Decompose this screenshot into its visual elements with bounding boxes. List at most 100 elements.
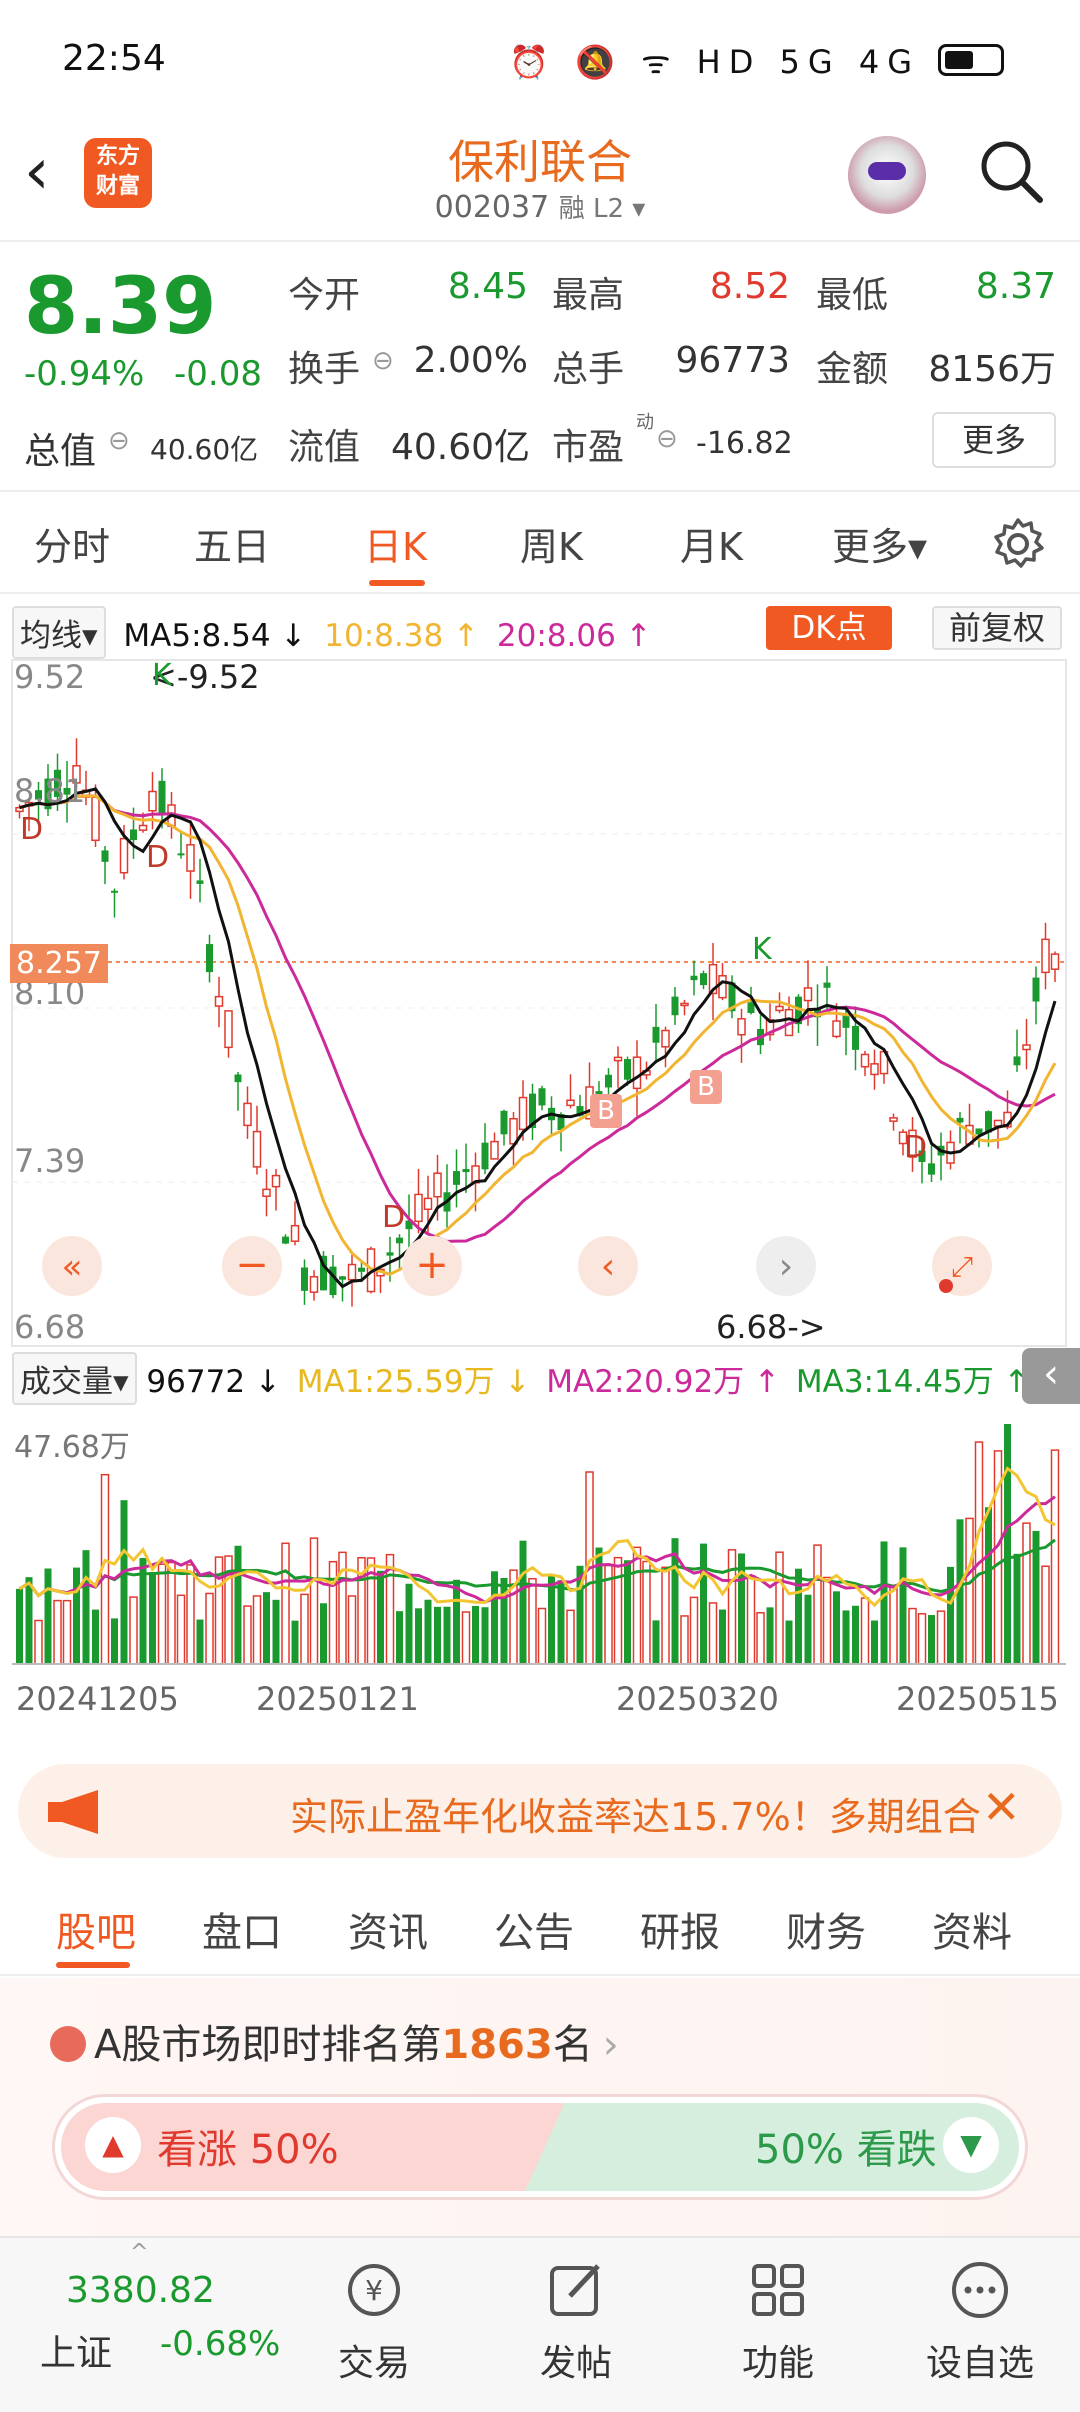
volume-bar: [243, 1605, 252, 1665]
volume-value: 96773: [675, 340, 790, 381]
date-label: 20241205: [16, 1680, 179, 1718]
y-tick: 7.39: [14, 1142, 86, 1180]
nav-add-watchlist[interactable]: 设自选: [900, 2258, 1060, 2386]
rank-line[interactable]: A股市场即时排名第1863名 ›: [50, 2012, 619, 2070]
candle-body: [234, 1074, 242, 1083]
search-icon[interactable]: [978, 138, 1044, 204]
rank-prefix: A股市场即时排名第: [94, 2022, 442, 2068]
tab-intraday[interactable]: 分时: [34, 516, 110, 571]
arrow-up-icon[interactable]: ▲: [85, 2117, 141, 2173]
nav-trade[interactable]: ¥ 交易: [294, 2258, 454, 2386]
tab-monthly-k[interactable]: 月K: [680, 516, 743, 571]
volume-bar: [453, 1579, 460, 1664]
rank-suffix: 名: [552, 2022, 593, 2068]
volume-bar: [396, 1611, 403, 1664]
more-button[interactable]: 更多: [932, 412, 1056, 468]
candle-body: [737, 1018, 746, 1036]
volume-bar: [708, 1602, 718, 1665]
nav-post[interactable]: 发帖: [496, 2258, 656, 2386]
tab-more[interactable]: 更多▾: [832, 516, 927, 571]
tab-announcements[interactable]: 公告: [494, 1900, 574, 1958]
volume-bar: [149, 1572, 156, 1664]
candle-body: [1050, 953, 1060, 970]
info-icon[interactable]: ⊖: [108, 426, 130, 456]
volume-bar: [689, 1596, 699, 1665]
volume-bar: [833, 1591, 840, 1664]
tab-five-day[interactable]: 五日: [194, 516, 270, 571]
volume-bar: [889, 1586, 898, 1665]
volume-bar: [871, 1620, 878, 1664]
tab-research[interactable]: 研报: [640, 1900, 720, 1958]
period-low-label: 6.68->: [716, 1308, 826, 1346]
volume-bar: [632, 1546, 642, 1665]
volume-bar: [167, 1561, 176, 1665]
index-name[interactable]: 上证: [40, 2324, 112, 2376]
stock-badges[interactable]: 融 L2 ▾: [559, 194, 646, 224]
volume-bar: [73, 1567, 80, 1664]
volume-bar: [129, 1596, 138, 1665]
info-icon[interactable]: ⊖: [372, 346, 394, 376]
volume-bar: [928, 1615, 935, 1664]
index-change[interactable]: -0.68%: [160, 2324, 280, 2364]
tab-weekly-k[interactable]: 周K: [520, 516, 583, 571]
candle-body: [490, 1140, 499, 1160]
candle-body: [386, 1252, 394, 1256]
rank-number: 1863: [441, 2022, 553, 2068]
last-price: 8.39: [24, 262, 217, 352]
volume-bar: [566, 1609, 575, 1665]
volume-bar: [899, 1547, 907, 1664]
battery-icon: [938, 44, 1004, 76]
promo-banner[interactable]: 实际止盈年化收益率达15.7%！多期组合 ✕: [18, 1764, 1062, 1858]
candle-body: [119, 837, 129, 874]
signal-d: D: [382, 1200, 406, 1235]
candlestick-chart[interactable]: « − + ‹ › ⤢: [0, 658, 1080, 1348]
tab-news[interactable]: 资讯: [348, 1900, 428, 1958]
candle-body: [462, 1168, 470, 1173]
gear-icon[interactable]: [990, 516, 1046, 572]
ma-selector[interactable]: 均线▾: [12, 606, 106, 659]
index-value[interactable]: 3380.82: [66, 2270, 215, 2311]
date-label: 20250515: [896, 1680, 1059, 1718]
info-icon[interactable]: ⊖: [656, 424, 678, 454]
vol-ma1: MA1:25.59万 ↓: [296, 1364, 531, 1400]
volume-bar: [25, 1577, 33, 1664]
change-amount: -0.08: [174, 354, 262, 394]
signal-b[interactable]: B: [690, 1070, 722, 1104]
caret-up-icon[interactable]: ^: [130, 2240, 148, 2265]
candle-body: [1022, 1044, 1031, 1051]
tab-finance[interactable]: 财务: [786, 1900, 866, 1958]
close-icon[interactable]: ✕: [982, 1780, 1021, 1834]
arrow-down-icon[interactable]: ▼: [943, 2117, 999, 2173]
volume-bar: [176, 1594, 186, 1665]
y-tick: 9.52: [14, 658, 86, 696]
volume-bar: [756, 1612, 765, 1665]
volume-selector[interactable]: 成交量▾: [12, 1352, 137, 1405]
date-label: 20250320: [616, 1680, 779, 1718]
volume-bar: [62, 1599, 72, 1665]
collapse-icon[interactable]: ‹: [1022, 1348, 1080, 1404]
tab-daily-k[interactable]: 日K: [364, 516, 427, 571]
volume-bar: [1022, 1522, 1031, 1665]
tab-pankou[interactable]: 盘口: [202, 1900, 282, 1958]
volume-bar: [205, 1592, 214, 1665]
tab-guba[interactable]: 股吧: [56, 1900, 136, 1958]
nav-functions[interactable]: 功能: [698, 2258, 858, 2386]
candle-body: [271, 1174, 281, 1188]
ranking-section: A股市场即时排名第1863名 › ▲ 看涨 50% 50% 看跌 ▼: [0, 1978, 1080, 2236]
candle-body: [613, 1056, 623, 1062]
dk-point-button[interactable]: DK点: [766, 606, 892, 650]
bullish-label: 看涨 50%: [157, 2127, 339, 2173]
signal-b[interactable]: B: [590, 1094, 622, 1128]
volume-chart[interactable]: [0, 1412, 1080, 1684]
volume-bar: [347, 1595, 357, 1665]
amount-label: 金额: [816, 349, 889, 390]
candle-body: [177, 853, 185, 856]
kline-chart-area: 均线▾ MA5:8.54 ↓ 10:8.38 ↑ 20:8.06 ↑ DK点 前…: [0, 596, 1080, 1746]
adjust-mode-button[interactable]: 前复权: [932, 606, 1062, 650]
volume-bar: [263, 1592, 270, 1664]
assistant-avatar[interactable]: [848, 136, 926, 214]
volume-bar: [328, 1560, 338, 1665]
tab-profile[interactable]: 资料: [932, 1900, 1012, 1958]
candle-body: [453, 1171, 460, 1185]
candle-body: [214, 995, 224, 1007]
